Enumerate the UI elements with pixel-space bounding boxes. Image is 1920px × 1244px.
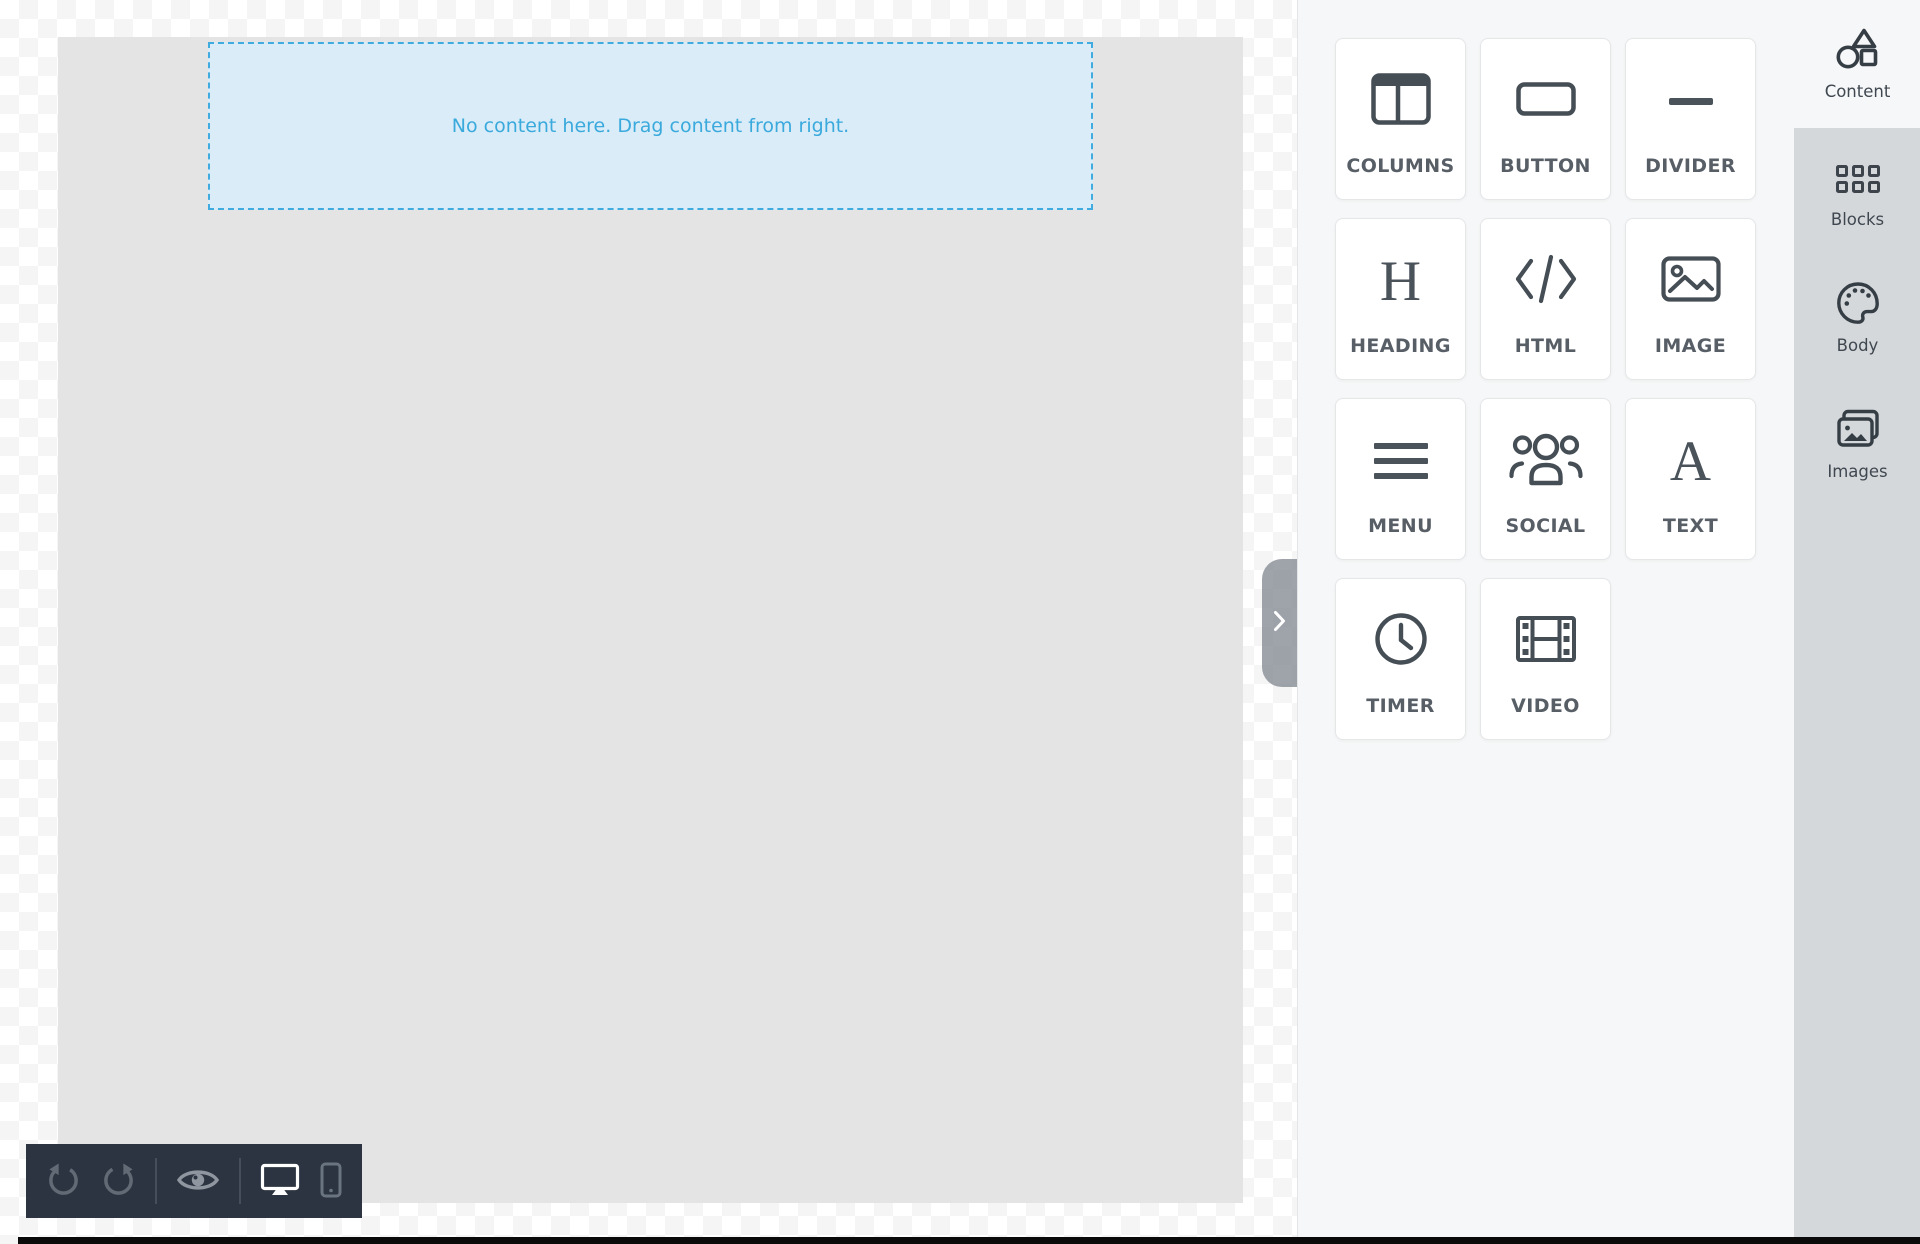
html-icon [1514, 249, 1578, 313]
content-tile-image[interactable]: IMAGE [1625, 218, 1756, 380]
tab-images[interactable]: Images [1794, 380, 1920, 506]
body-icon [1836, 282, 1880, 326]
heading-icon: H [1379, 249, 1422, 313]
image-icon [1660, 249, 1721, 313]
tab-body[interactable]: Body [1794, 254, 1920, 380]
content-panel: COLUMNS BUTTON DIVIDER H HEADING HTML IMAGE… [1297, 0, 1920, 1244]
toolbar-divider [238, 1158, 241, 1204]
redo-icon [101, 1162, 136, 1200]
images-icon [1835, 409, 1881, 452]
tab-label: Content [1824, 82, 1891, 101]
dropzone-message: No content here. Drag content from right… [451, 115, 850, 137]
mobile-button[interactable] [320, 1162, 342, 1201]
content-tile-menu[interactable]: MENU [1335, 398, 1466, 560]
content-tile-divider[interactable]: DIVIDER [1625, 38, 1756, 200]
empty-dropzone[interactable]: No content here. Drag content from right… [208, 42, 1093, 210]
tile-label: DIVIDER [1645, 155, 1736, 177]
tile-label: SOCIAL [1505, 515, 1586, 537]
undo-icon [46, 1162, 81, 1200]
columns-icon [1370, 69, 1431, 133]
sidebar-tabs: Content Blocks Body Images [1794, 0, 1920, 1244]
panel-collapse-handle[interactable] [1262, 559, 1297, 687]
eye-icon [176, 1167, 220, 1196]
redo-button[interactable] [101, 1162, 136, 1200]
content-tile-social[interactable]: SOCIAL [1480, 398, 1611, 560]
tile-label: VIDEO [1511, 695, 1580, 717]
content-tile-video[interactable]: VIDEO [1480, 578, 1611, 740]
content-tile-text[interactable]: A TEXT [1625, 398, 1756, 560]
chevron-right-icon [1273, 610, 1286, 636]
desktop-icon [260, 1163, 300, 1200]
tile-label: TEXT [1662, 515, 1719, 537]
tile-label: HTML [1514, 335, 1577, 357]
tab-label: Blocks [1830, 210, 1885, 229]
divider-icon [1668, 69, 1713, 133]
button-icon [1515, 69, 1576, 133]
tab-label: Images [1827, 462, 1888, 481]
content-icon [1835, 28, 1881, 72]
tab-blocks[interactable]: Blocks [1794, 128, 1920, 254]
text-icon: A [1669, 429, 1712, 493]
content-tile-timer[interactable]: TIMER [1335, 578, 1466, 740]
tile-label: IMAGE [1654, 335, 1727, 357]
undo-button[interactable] [46, 1162, 81, 1200]
social-icon [1508, 429, 1583, 493]
design-canvas: No content here. Drag content from right… [0, 0, 1297, 1244]
content-tile-heading[interactable]: H HEADING [1335, 218, 1466, 380]
blocks-icon [1835, 158, 1880, 200]
tile-label: BUTTON [1500, 155, 1591, 177]
timer-icon [1374, 609, 1428, 673]
tab-label: Body [1836, 336, 1879, 355]
tile-label: COLUMNS [1346, 155, 1455, 177]
bottom-edge-bar [18, 1237, 1920, 1244]
email-body-area: No content here. Drag content from right… [58, 37, 1243, 1203]
tab-content[interactable]: Content [1794, 0, 1920, 128]
editor-toolbar [26, 1144, 362, 1218]
content-tiles-grid: COLUMNS BUTTON DIVIDER H HEADING HTML IMAGE… [1335, 38, 1765, 740]
desktop-button[interactable] [260, 1163, 300, 1200]
toolbar-divider [155, 1158, 158, 1204]
tile-label: MENU [1368, 515, 1433, 537]
content-tile-columns[interactable]: COLUMNS [1335, 38, 1466, 200]
video-icon [1515, 609, 1577, 673]
mobile-icon [320, 1162, 342, 1201]
preview-button[interactable] [176, 1167, 220, 1196]
menu-icon [1373, 429, 1428, 493]
content-tile-button[interactable]: BUTTON [1480, 38, 1611, 200]
tile-label: TIMER [1366, 695, 1435, 717]
tile-label: HEADING [1350, 335, 1451, 357]
content-tile-html[interactable]: HTML [1480, 218, 1611, 380]
